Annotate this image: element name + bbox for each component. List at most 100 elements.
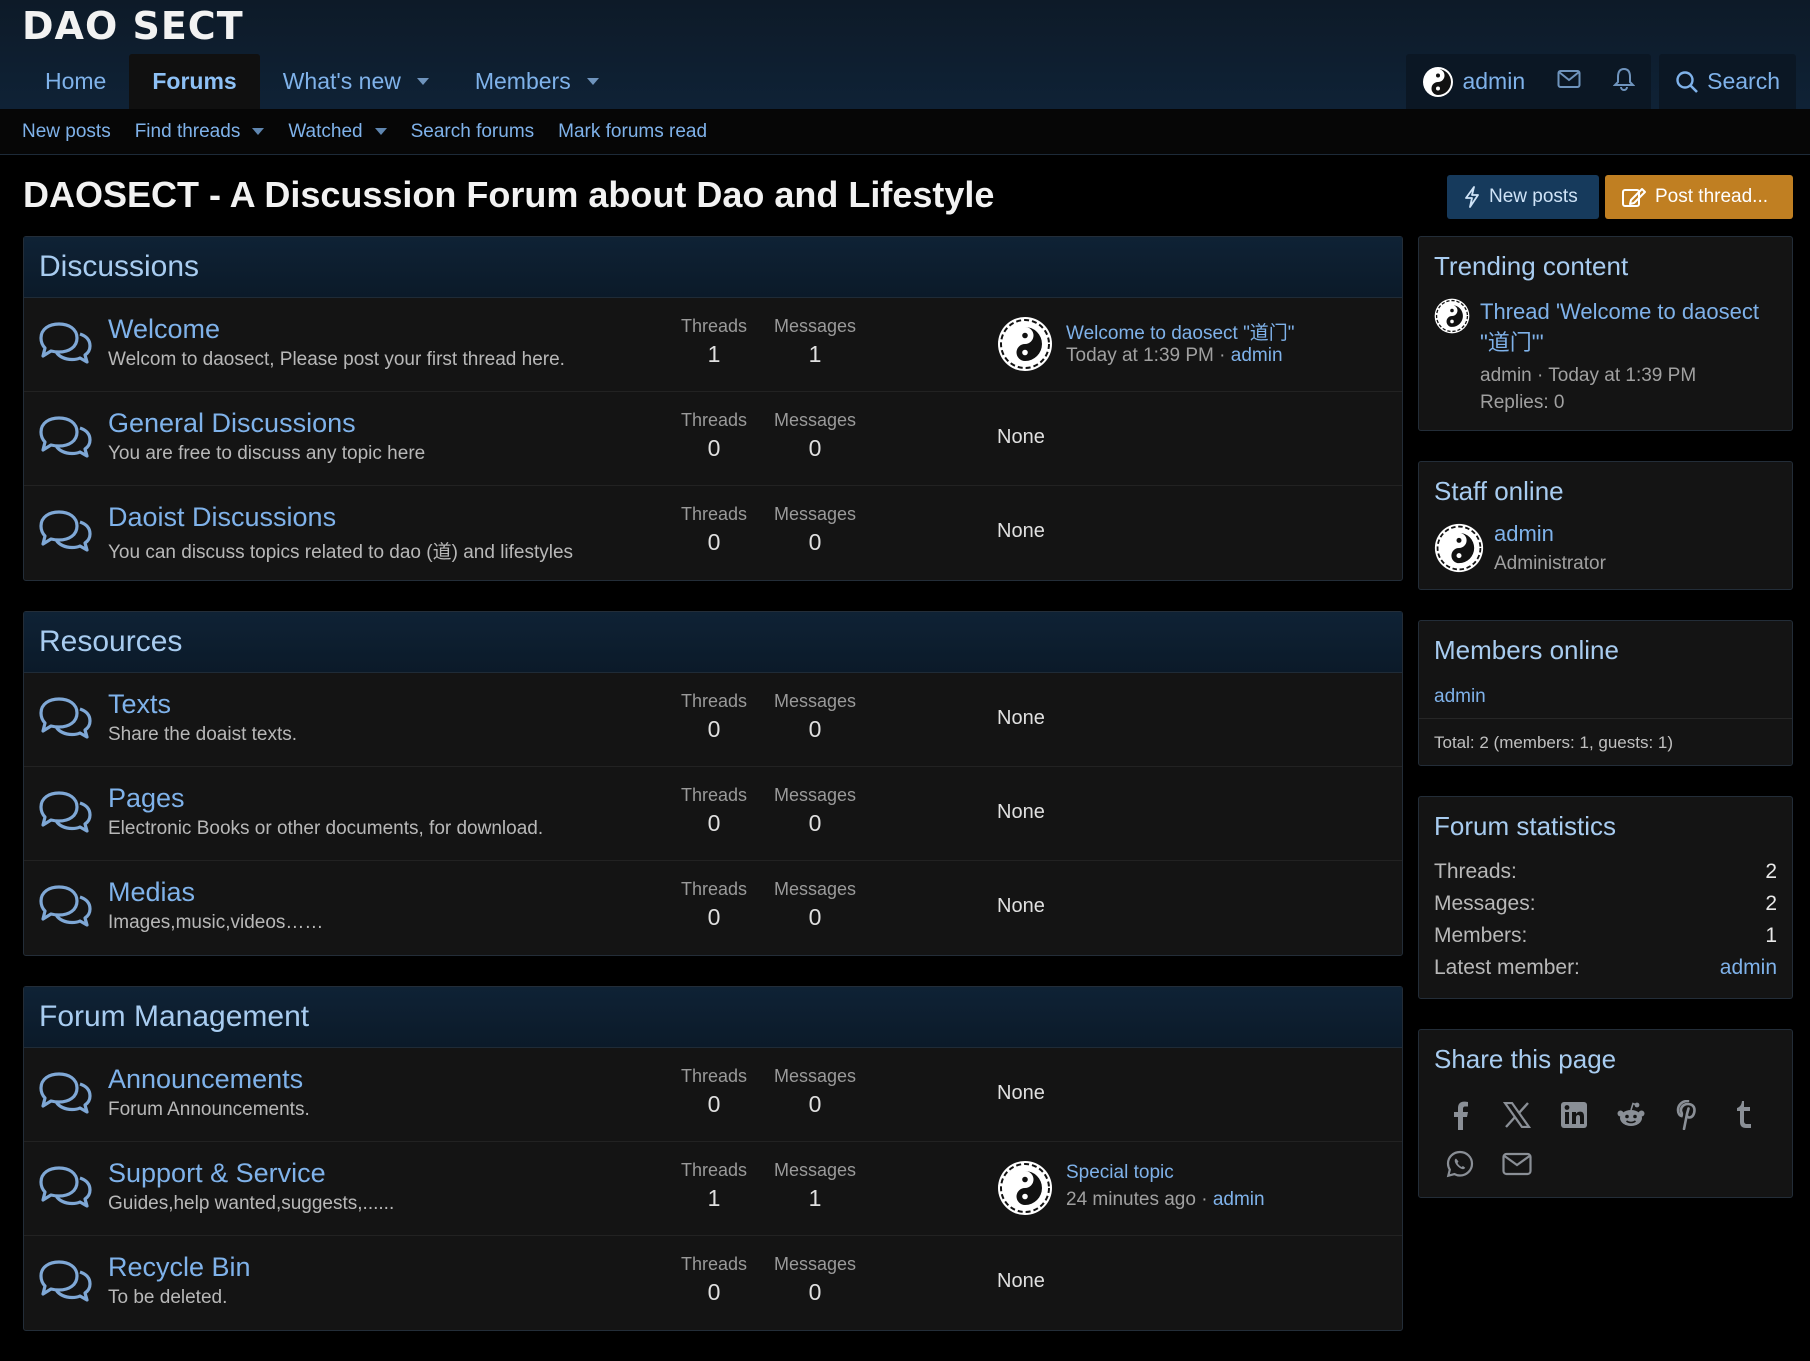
threads-stat: Threads 0	[674, 879, 754, 931]
avatar[interactable]	[1434, 523, 1484, 573]
edit-icon	[1621, 186, 1655, 208]
forum-description: Forum Announcements.	[108, 1099, 310, 1120]
last-post-link[interactable]: Special topic	[1066, 1162, 1174, 1184]
threads-label: Threads	[680, 1066, 748, 1086]
threads-stat: Threads 0	[674, 1254, 754, 1306]
forum-statistics-block: Forum statistics Threads: 2 Messages: 2 Me…	[1418, 796, 1793, 999]
subnav-find-threads[interactable]: Find threads	[135, 121, 265, 143]
tab-forums[interactable]: Forums	[129, 54, 260, 109]
forum-node: General Discussions You are free to disc…	[24, 392, 1402, 486]
latest-member-link[interactable]: admin	[1720, 952, 1777, 984]
category-title[interactable]: Discussions	[24, 237, 1402, 298]
chevron-down-icon[interactable]	[416, 78, 429, 85]
last-post-user[interactable]: admin	[1231, 345, 1283, 366]
last-post-user[interactable]: admin	[1213, 1189, 1265, 1210]
stat-row: Messages: 2	[1434, 888, 1777, 920]
post-thread-button[interactable]: Post thread...	[1605, 175, 1793, 219]
staff-name-link[interactable]: admin	[1494, 521, 1606, 547]
staff-role: Administrator	[1494, 553, 1606, 574]
forum-title-link[interactable]: Medias	[108, 877, 195, 908]
threads-count: 0	[707, 904, 721, 930]
forum-title-link[interactable]: Announcements	[108, 1064, 303, 1095]
avatar[interactable]	[1434, 298, 1470, 416]
messages-label: Messages	[773, 1066, 857, 1086]
subnav-mark-read[interactable]: Mark forums read	[558, 121, 707, 143]
forum-node: Daoist Discussions You can discuss topic…	[24, 486, 1402, 580]
bolt-icon	[1463, 186, 1489, 208]
last-post-none: None	[997, 801, 1045, 823]
threads-count: 0	[707, 810, 721, 836]
avatar[interactable]	[997, 1160, 1053, 1222]
subnav-new-posts[interactable]: New posts	[22, 121, 111, 143]
trending-replies: Replies: 0	[1480, 392, 1565, 413]
trending-block: Trending content Thread 'Welcome to daos…	[1418, 236, 1793, 431]
facebook-icon[interactable]	[1444, 1099, 1475, 1130]
subnav-watched[interactable]: Watched	[288, 121, 387, 143]
tab-whats-new-label: What's new	[282, 68, 401, 94]
threads-count: 0	[707, 716, 721, 742]
pinterest-icon[interactable]	[1672, 1099, 1703, 1130]
members-online-title[interactable]: Members online	[1434, 635, 1777, 666]
threads-label: Threads	[680, 785, 748, 805]
forum-node: Welcome Welcom to daosect, Please post y…	[24, 298, 1402, 392]
online-total: Total: 2 (members: 1, guests: 1)	[1419, 718, 1792, 753]
linkedin-icon[interactable]	[1558, 1099, 1589, 1130]
category-title[interactable]: Resources	[24, 612, 1402, 673]
forum-title-link[interactable]: Daoist Discussions	[108, 502, 336, 533]
chevron-down-icon[interactable]	[374, 128, 387, 135]
chevron-down-icon[interactable]	[586, 78, 599, 85]
stat-value: 2	[1765, 860, 1777, 883]
whatsapp-icon[interactable]	[1444, 1148, 1475, 1179]
forum-title-link[interactable]: Recycle Bin	[108, 1252, 251, 1283]
forum-title-link[interactable]: General Discussions	[108, 408, 356, 439]
threads-count: 1	[707, 1185, 721, 1211]
search-button[interactable]: Search	[1659, 54, 1796, 109]
tab-whats-new[interactable]: What's new	[260, 54, 452, 109]
messages-label: Messages	[773, 504, 857, 524]
account-link[interactable]: admin	[1406, 54, 1541, 109]
threads-count: 0	[707, 529, 721, 555]
threads-stat: Threads 0	[674, 504, 754, 556]
forum-title-link[interactable]: Support & Service	[108, 1158, 326, 1189]
threads-label: Threads	[680, 410, 748, 430]
tumblr-icon[interactable]	[1729, 1099, 1760, 1130]
messages-label: Messages	[773, 410, 857, 430]
staff-text: admin Administrator	[1494, 521, 1606, 575]
last-post-time: Today at 1:39 PM	[1066, 345, 1214, 366]
site-logo[interactable]: DAO SECT	[22, 4, 244, 48]
tab-home[interactable]: Home	[22, 54, 129, 109]
alerts-button[interactable]	[1597, 54, 1651, 109]
forum-list: Discussions Welcome Welcom to daosect, P…	[23, 236, 1403, 1361]
trending-meta: admin · Today at 1:39 PM	[1480, 365, 1697, 386]
user-nav: admin Search	[1406, 54, 1796, 109]
account-username: admin	[1462, 68, 1526, 94]
threads-count: 0	[707, 1279, 721, 1305]
category-block: Resources Texts Share the doaist texts. …	[23, 611, 1403, 956]
inbox-button[interactable]	[1541, 54, 1597, 109]
email-icon[interactable]	[1501, 1148, 1532, 1179]
new-posts-button[interactable]: New posts	[1447, 175, 1599, 219]
category-title[interactable]: Forum Management	[24, 987, 1402, 1048]
last-post-link[interactable]: Welcome to daosect "道门"	[1066, 318, 1295, 345]
forum-title-link[interactable]: Texts	[108, 689, 171, 720]
threads-label: Threads	[680, 316, 748, 336]
messages-stat: Messages 0	[765, 785, 865, 837]
forum-title-link[interactable]: Welcome	[108, 314, 220, 345]
x-icon[interactable]	[1501, 1099, 1532, 1130]
messages-stat: Messages 0	[765, 410, 865, 462]
chevron-down-icon[interactable]	[252, 128, 265, 135]
messages-stat: Messages 0	[765, 879, 865, 931]
last-post-none: None	[997, 707, 1045, 729]
avatar[interactable]	[997, 316, 1053, 378]
forum-title-link[interactable]: Pages	[108, 783, 185, 814]
trending-thread-link[interactable]: Thread 'Welcome to daosect "道门"'	[1480, 299, 1759, 355]
reddit-icon[interactable]	[1615, 1099, 1646, 1130]
forum-description: Images,music,videos……	[108, 912, 324, 933]
stat-label: Members:	[1434, 924, 1528, 947]
threads-label: Threads	[680, 879, 748, 899]
category-title-text: Resources	[39, 625, 183, 658]
online-member-link[interactable]: admin	[1434, 686, 1777, 718]
tab-members[interactable]: Members	[452, 54, 622, 109]
forum-node: Support & Service Guides,help wanted,sug…	[24, 1142, 1402, 1236]
subnav-search-forums[interactable]: Search forums	[411, 121, 535, 143]
